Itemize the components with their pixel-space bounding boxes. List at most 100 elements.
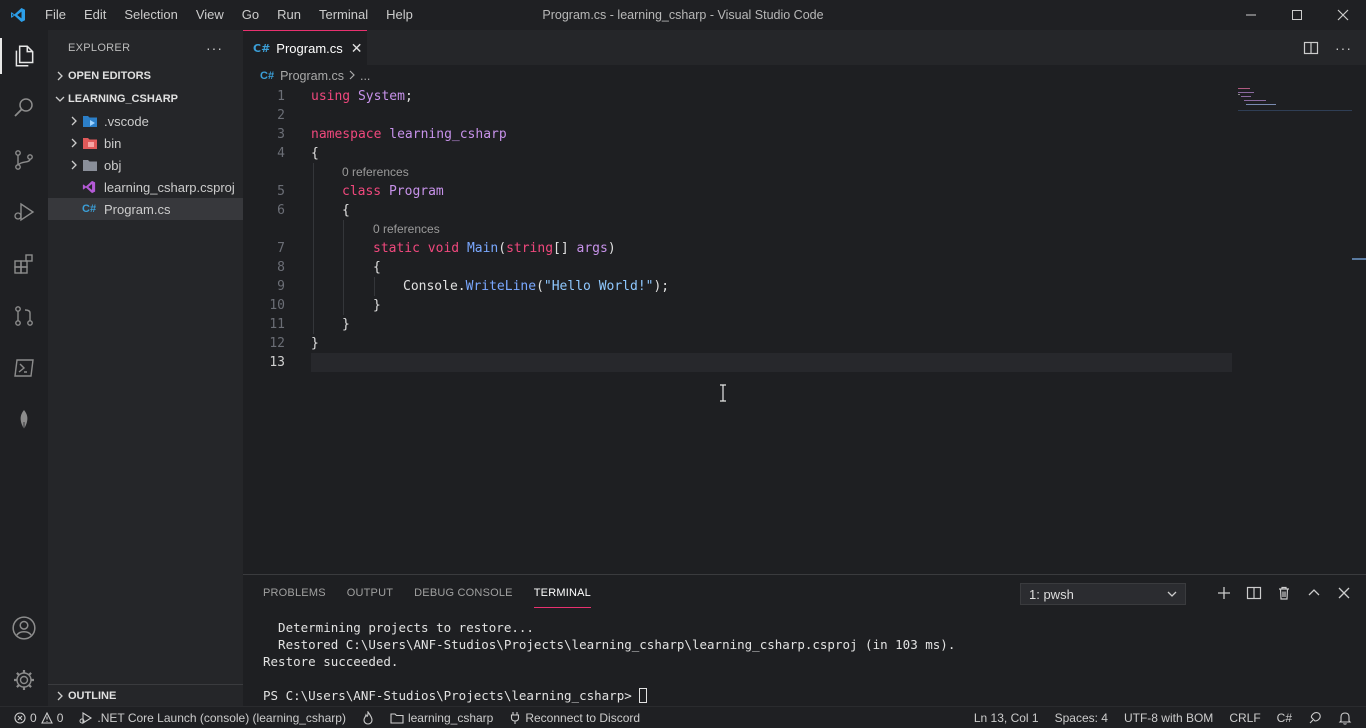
powershell-icon — [14, 359, 34, 377]
tree-item-csproj[interactable]: learning_csharp.csproj — [48, 176, 243, 198]
open-editors-label: OPEN EDITORS — [68, 70, 151, 82]
flame-icon — [363, 710, 373, 725]
menu-help[interactable]: Help — [377, 0, 422, 30]
error-icon — [14, 711, 26, 724]
tree-item-bin[interactable]: bin — [48, 132, 243, 154]
project-label: LEARNING_CSHARP — [68, 93, 179, 105]
breadcrumb-more[interactable]: ... — [360, 69, 370, 83]
text-cursor-icon — [720, 384, 726, 402]
menu-file[interactable]: File — [36, 0, 75, 30]
breadcrumb-file[interactable]: Program.cs — [280, 69, 344, 83]
flame-status[interactable] — [354, 707, 382, 728]
tab-label: Program.cs — [276, 40, 343, 56]
accounts-button[interactable] — [0, 602, 48, 654]
bottom-panel: PROBLEMS OUTPUT DEBUG CONSOLE TERMINAL 1… — [243, 574, 1366, 706]
status-bar: 0 0 .NET Core Launch (console) (learning… — [0, 706, 1366, 728]
terminal-line: Determining projects to restore... — [263, 620, 534, 635]
tree-item-label: obj — [104, 157, 122, 173]
menu-run[interactable]: Run — [268, 0, 310, 30]
vscode-logo-icon — [0, 0, 36, 30]
more-actions-icon[interactable]: ··· — [1335, 40, 1352, 56]
chevron-up-icon[interactable] — [1306, 585, 1322, 601]
outline-section[interactable]: OUTLINE — [48, 684, 243, 706]
project-status[interactable]: learning_csharp — [382, 707, 501, 728]
new-terminal-icon[interactable] — [1216, 585, 1232, 601]
split-editor-icon[interactable] — [1303, 40, 1319, 56]
menu-bar: File Edit Selection View Go Run Terminal… — [36, 0, 422, 30]
terminal-prompt-line: PS C:\Users\ANF-Studios\Projects\learnin… — [263, 687, 955, 704]
problems-status[interactable]: 0 0 — [0, 707, 71, 728]
terminal-prompt: PS C:\Users\ANF-Studios\Projects\learnin… — [263, 688, 640, 703]
csharp-file-icon: C# — [260, 70, 275, 82]
error-count: 0 — [30, 710, 37, 725]
mongodb-button[interactable] — [0, 394, 48, 446]
tab-program-cs[interactable]: C# Program.cs ✕ — [243, 30, 367, 65]
breadcrumb: C# Program.cs ... — [243, 65, 1366, 87]
search-button[interactable] — [0, 82, 48, 134]
encoding-status[interactable]: UTF-8 with BOM — [1116, 707, 1221, 728]
scrollbar-cursor-marker — [1352, 258, 1366, 260]
run-debug-button[interactable] — [0, 186, 48, 238]
pull-requests-button[interactable] — [0, 290, 48, 342]
open-editors-section[interactable]: OPEN EDITORS — [48, 65, 243, 87]
language-status[interactable]: C# — [1269, 707, 1300, 728]
code-line: 6{ — [277, 203, 350, 218]
minimap[interactable] — [1238, 86, 1352, 116]
notifications-button[interactable] — [1330, 707, 1360, 728]
indentation-status[interactable]: Spaces: 4 — [1047, 707, 1116, 728]
terminal-select[interactable]: 1: pwsh — [1020, 583, 1186, 605]
more-actions-icon[interactable]: ··· — [206, 40, 223, 56]
split-terminal-icon[interactable] — [1246, 585, 1262, 601]
run-debug-icon — [14, 202, 35, 222]
menu-view[interactable]: View — [187, 0, 233, 30]
extensions-icon — [14, 254, 33, 274]
warning-icon — [40, 711, 53, 724]
project-section[interactable]: LEARNING_CSHARP — [48, 88, 243, 110]
code-lens[interactable]: 0 references — [243, 220, 1233, 239]
tree-item-obj[interactable]: obj — [48, 154, 243, 176]
discord-status[interactable]: Reconnect to Discord — [501, 707, 648, 728]
trash-icon[interactable] — [1276, 585, 1292, 601]
launch-config-status[interactable]: .NET Core Launch (console) (learning_csh… — [71, 707, 354, 728]
account-icon — [12, 616, 36, 640]
cursor-position-status[interactable]: Ln 13, Col 1 — [966, 707, 1047, 728]
close-window-button[interactable] — [1320, 0, 1366, 30]
code-line: 7 static void Main(string[] args) — [277, 241, 616, 256]
tab-terminal[interactable]: TERMINAL — [533, 582, 591, 608]
window-controls — [1228, 0, 1366, 30]
warning-count: 0 — [56, 710, 64, 725]
minimize-button[interactable] — [1228, 0, 1274, 30]
menu-terminal[interactable]: Terminal — [310, 0, 377, 30]
tree-item-label: bin — [104, 135, 122, 151]
tree-item-program-cs[interactable]: C# Program.cs — [48, 198, 243, 220]
feedback-button[interactable] — [1300, 707, 1330, 728]
project-status-label: learning_csharp — [407, 710, 494, 725]
close-icon[interactable] — [1336, 585, 1352, 601]
manage-button[interactable] — [0, 654, 48, 706]
menu-go[interactable]: Go — [233, 0, 268, 30]
extensions-button[interactable] — [0, 238, 48, 290]
eol-status[interactable]: CRLF — [1221, 707, 1268, 728]
powershell-button[interactable] — [0, 342, 48, 394]
tree-item-label: Program.cs — [104, 201, 171, 217]
explorer-button[interactable] — [0, 30, 48, 82]
terminal-select-value: 1: pwsh — [1029, 586, 1074, 602]
tab-output[interactable]: OUTPUT — [347, 575, 393, 611]
tree-item-label: learning_csharp.csproj — [104, 179, 235, 195]
maximize-button[interactable] — [1274, 0, 1320, 30]
code-line: 11} — [269, 317, 350, 332]
gear-icon — [14, 670, 34, 690]
source-control-button[interactable] — [0, 134, 48, 186]
code-editor[interactable]: 1 using System; 2 3 namespace learning_csh… — [243, 87, 1233, 402]
code-lens[interactable]: 0 references — [243, 163, 1233, 182]
terminal-output[interactable]: Determining projects to restore... Resto… — [263, 619, 955, 704]
tree-item-vscode[interactable]: .vscode — [48, 110, 243, 132]
tab-debug-console[interactable]: DEBUG CONSOLE — [414, 575, 513, 611]
folder-icon — [82, 136, 100, 150]
menu-selection[interactable]: Selection — [115, 0, 186, 30]
code-line: 12} — [269, 336, 319, 351]
csharp-file-icon: C# — [253, 41, 271, 55]
close-tab-icon[interactable]: ✕ — [351, 40, 363, 57]
tab-problems[interactable]: PROBLEMS — [263, 575, 326, 611]
menu-edit[interactable]: Edit — [75, 0, 115, 30]
